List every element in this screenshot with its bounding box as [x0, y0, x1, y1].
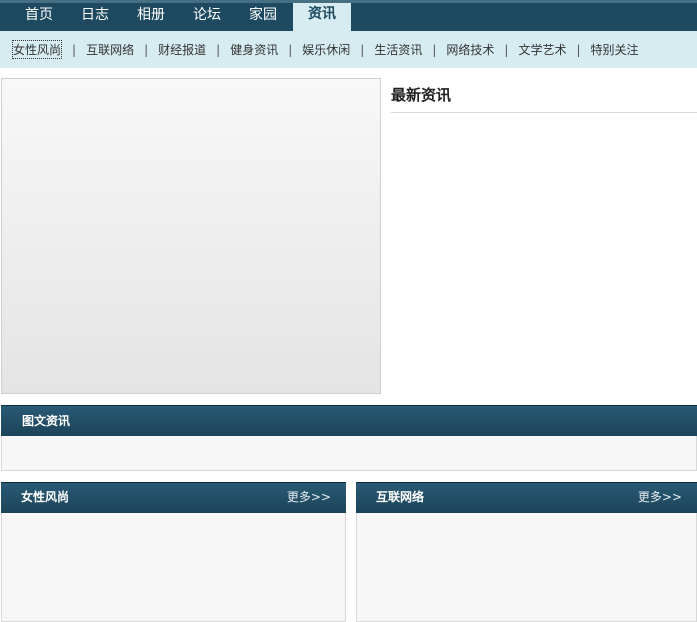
fashion-box: 女性风尚 更多>>: [1, 482, 346, 622]
tab-home[interactable]: 首页: [11, 3, 67, 31]
subnav-item-finance[interactable]: 财经报道: [158, 41, 206, 58]
tab-album[interactable]: 相册: [123, 3, 179, 31]
subnav-item-literature[interactable]: 文学艺术: [518, 41, 566, 58]
top-nav: 首页 日志 相册 论坛 家园 资讯: [0, 0, 697, 31]
page: 首页 日志 相册 论坛 家园 资讯 女性风尚 | 互联网络 | 财经报道 | 健…: [0, 0, 697, 622]
tab-forum[interactable]: 论坛: [179, 3, 235, 31]
subnav-separator: |: [432, 42, 437, 57]
subnav-item-internet[interactable]: 互联网络: [86, 41, 134, 58]
internet-box: 互联网络 更多>>: [356, 482, 697, 622]
subnav-separator: |: [72, 42, 77, 57]
subnav-item-special[interactable]: 特别关注: [591, 41, 639, 58]
tab-news[interactable]: 资讯: [293, 3, 351, 31]
picture-news-body: [1, 436, 697, 471]
slideshow-box[interactable]: [1, 78, 381, 394]
picture-news-header: 图文资讯: [1, 405, 697, 436]
fashion-box-header: 女性风尚 更多>>: [1, 482, 346, 513]
subnav-separator: |: [144, 42, 149, 57]
internet-more-link[interactable]: 更多>>: [638, 483, 682, 513]
fashion-box-title: 女性风尚: [21, 490, 70, 504]
subnav-item-fitness[interactable]: 健身资讯: [230, 41, 278, 58]
subnav-separator: |: [288, 42, 293, 57]
subnav-item-fashion[interactable]: 女性风尚: [12, 40, 63, 59]
latest-news-title: 最新资讯: [391, 86, 452, 104]
internet-box-body: [356, 513, 697, 622]
subnav-separator: |: [216, 42, 221, 57]
subnav-separator: |: [360, 42, 365, 57]
internet-box-title: 互联网络: [376, 490, 425, 504]
internet-box-header: 互联网络 更多>>: [356, 482, 697, 513]
subnav-separator: |: [504, 42, 509, 57]
fashion-box-body: [1, 513, 346, 622]
sub-nav: 女性风尚 | 互联网络 | 财经报道 | 健身资讯 | 娱乐休闲 | 生活资讯 …: [0, 31, 697, 68]
fashion-more-link[interactable]: 更多>>: [287, 483, 331, 513]
subnav-item-life[interactable]: 生活资讯: [374, 41, 422, 58]
subnav-separator: |: [576, 42, 581, 57]
subnav-item-entertainment[interactable]: 娱乐休闲: [302, 41, 350, 58]
tab-blog[interactable]: 日志: [67, 3, 123, 31]
picture-news-title: 图文资讯: [22, 414, 71, 428]
subnav-item-tech[interactable]: 网络技术: [446, 41, 494, 58]
tab-home-space[interactable]: 家园: [235, 3, 291, 31]
divider: [391, 112, 697, 113]
